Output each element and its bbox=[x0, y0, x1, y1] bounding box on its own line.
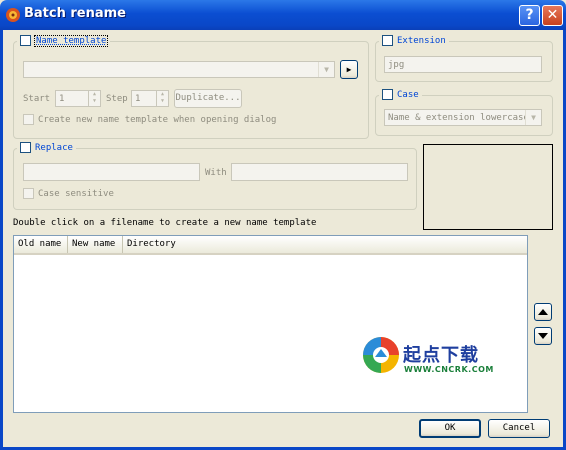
step-label: Step bbox=[106, 94, 128, 104]
move-up-button[interactable] bbox=[534, 303, 552, 321]
step-spin-arrows[interactable]: ▲ ▼ bbox=[156, 91, 168, 106]
arrow-up-icon bbox=[538, 309, 548, 315]
case-legend[interactable]: Case bbox=[379, 89, 422, 100]
play-arrow-icon: ▶ bbox=[346, 65, 352, 74]
case-selected-value: Name & extension lowercase bbox=[388, 113, 529, 123]
list-header: Old name New name Directory bbox=[14, 236, 527, 255]
start-label: Start bbox=[23, 94, 51, 104]
case-label: Case bbox=[397, 89, 419, 100]
file-list[interactable]: Old name New name Directory bbox=[13, 235, 528, 413]
help-icon: ? bbox=[525, 7, 534, 23]
start-value: 1 bbox=[59, 94, 65, 104]
insert-token-button[interactable]: ▶ bbox=[340, 60, 358, 79]
close-icon: ✕ bbox=[546, 7, 559, 23]
column-header-directory[interactable]: Directory bbox=[123, 236, 525, 253]
window-border-left bbox=[0, 30, 3, 450]
help-button[interactable]: ? bbox=[519, 5, 540, 26]
duplicate-button[interactable]: Duplicate... bbox=[174, 89, 242, 108]
cancel-button[interactable]: Cancel bbox=[488, 419, 550, 438]
replace-from-field[interactable] bbox=[23, 163, 200, 181]
column-header-new-name[interactable]: New name bbox=[68, 236, 123, 253]
name-template-legend[interactable]: Name template bbox=[17, 34, 111, 47]
replace-legend[interactable]: Replace bbox=[17, 142, 76, 153]
watermark-logo bbox=[363, 337, 399, 373]
case-sensitive-checkbox[interactable] bbox=[23, 188, 34, 199]
app-icon bbox=[6, 8, 20, 22]
name-template-checkbox[interactable] bbox=[20, 35, 31, 46]
title-bar[interactable]: Batch rename ? ✕ bbox=[0, 0, 566, 30]
create-new-template-option[interactable]: Create new name template when opening di… bbox=[23, 114, 276, 125]
start-spinner[interactable]: 1 ▲ ▼ bbox=[55, 90, 101, 107]
start-spin-arrows[interactable]: ▲ ▼ bbox=[88, 91, 100, 106]
replace-label: Replace bbox=[35, 142, 73, 153]
extension-checkbox[interactable] bbox=[382, 35, 393, 46]
case-sensitive-option[interactable]: Case sensitive bbox=[23, 188, 114, 199]
window-title: Batch rename bbox=[24, 6, 127, 21]
chevron-down-icon[interactable]: ▼ bbox=[525, 110, 541, 125]
replace-with-field[interactable] bbox=[231, 163, 408, 181]
step-value: 1 bbox=[135, 94, 141, 104]
extension-field[interactable]: jpg bbox=[384, 56, 542, 73]
step-spinner[interactable]: 1 ▲ ▼ bbox=[131, 90, 169, 107]
create-new-template-checkbox[interactable] bbox=[23, 114, 34, 125]
name-template-combo[interactable]: ▼ bbox=[23, 61, 335, 78]
name-template-label: Name template bbox=[33, 34, 109, 47]
close-button[interactable]: ✕ bbox=[542, 5, 563, 26]
chevron-down-icon[interactable]: ▼ bbox=[318, 62, 334, 77]
case-select[interactable]: Name & extension lowercase ▼ bbox=[384, 109, 542, 126]
column-header-old-name[interactable]: Old name bbox=[14, 236, 68, 253]
extension-legend[interactable]: Extension bbox=[379, 35, 449, 46]
extension-label: Extension bbox=[397, 35, 446, 46]
ok-button[interactable]: OK bbox=[419, 419, 481, 438]
preview-box bbox=[423, 144, 553, 230]
arrow-down-icon bbox=[538, 333, 548, 339]
move-down-button[interactable] bbox=[534, 327, 552, 345]
create-new-template-label: Create new name template when opening di… bbox=[38, 114, 277, 125]
watermark-text: 起点下载 bbox=[403, 345, 479, 366]
with-label: With bbox=[205, 168, 227, 178]
watermark-subtext: WWW.CNCRK.COM bbox=[404, 365, 494, 374]
hint-text: Double click on a filename to create a n… bbox=[13, 218, 317, 228]
case-checkbox[interactable] bbox=[382, 89, 393, 100]
replace-checkbox[interactable] bbox=[20, 142, 31, 153]
case-sensitive-label: Case sensitive bbox=[38, 188, 114, 199]
